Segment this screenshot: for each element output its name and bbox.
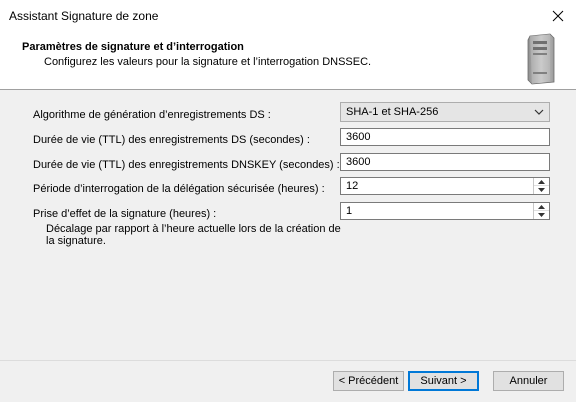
close-icon <box>552 10 564 21</box>
polling-period-label: Période d’interrogation de la délégation… <box>33 183 325 195</box>
polling-period-decrement[interactable] <box>534 186 549 194</box>
window-title: Assistant Signature de zone <box>9 9 159 23</box>
polling-period-value: 12 <box>346 180 359 192</box>
spin-down-icon <box>538 213 545 217</box>
ds-algorithm-label: Algorithme de génération d’enregistremen… <box>33 109 271 121</box>
signature-effect-label: Prise d’effet de la signature (heures) : <box>33 208 217 220</box>
close-button[interactable] <box>540 0 576 31</box>
spin-up-icon <box>538 179 545 184</box>
cancel-button[interactable]: Annuler <box>493 371 564 391</box>
signature-effect-spin <box>533 203 549 219</box>
title-bar: Assistant Signature de zone <box>0 0 576 31</box>
polling-period-stepper[interactable]: 12 <box>340 177 550 195</box>
previous-button[interactable]: < Précédent <box>333 371 404 391</box>
server-icon <box>527 33 555 85</box>
previous-button-label: < Précédent <box>338 375 399 387</box>
signature-effect-value: 1 <box>346 205 353 217</box>
spin-up-icon <box>538 204 545 209</box>
next-button[interactable]: Suivant > <box>408 371 479 391</box>
zone-signing-wizard-window: Assistant Signature de zone Paramètres d… <box>0 0 576 402</box>
ds-algorithm-select[interactable]: SHA-1 et SHA-256 <box>340 102 550 122</box>
signature-effect-description: Décalage par rapport à l’heure actuelle … <box>46 223 341 247</box>
signature-effect-stepper[interactable]: 1 <box>340 202 550 220</box>
signature-effect-decrement[interactable] <box>534 211 549 219</box>
signature-effect-increment[interactable] <box>534 203 549 211</box>
wizard-header: Paramètres de signature et d’interrogati… <box>0 31 576 90</box>
header-separator <box>0 89 576 90</box>
dnskey-ttl-label: Durée de vie (TTL) des enregistrements D… <box>33 159 340 171</box>
cancel-button-label: Annuler <box>509 375 548 387</box>
next-button-label: Suivant > <box>420 375 467 387</box>
dnskey-ttl-input[interactable]: 3600 <box>340 153 550 171</box>
ds-ttl-value: 3600 <box>346 131 371 143</box>
footer-separator <box>0 360 576 361</box>
ds-ttl-label: Durée de vie (TTL) des enregistrements D… <box>33 134 310 146</box>
polling-period-increment[interactable] <box>534 178 549 186</box>
page-title: Paramètres de signature et d’interrogati… <box>22 41 244 53</box>
ds-algorithm-value: SHA-1 et SHA-256 <box>346 106 439 118</box>
page-subtitle: Configurez les valeurs pour la signature… <box>44 56 372 68</box>
polling-period-spin <box>533 178 549 194</box>
spin-down-icon <box>538 188 545 192</box>
ds-ttl-input[interactable]: 3600 <box>340 128 550 146</box>
chevron-down-icon <box>534 109 544 115</box>
dnskey-ttl-value: 3600 <box>346 156 371 168</box>
